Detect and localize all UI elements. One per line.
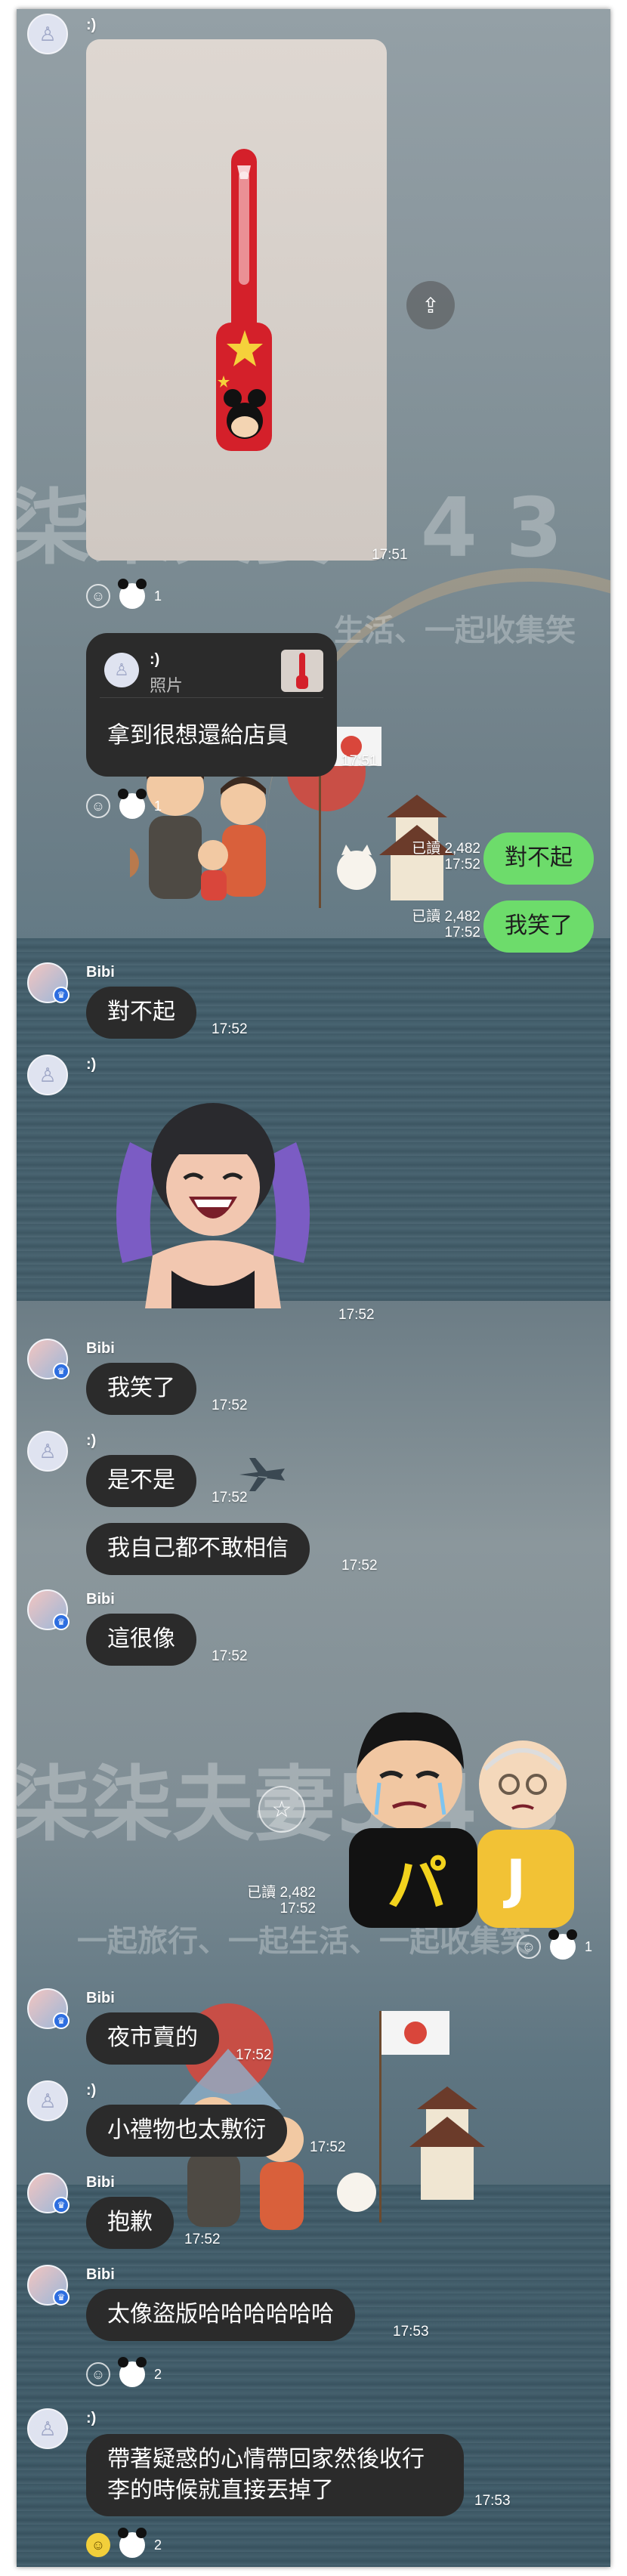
reaction-count: 1 — [585, 1938, 593, 1954]
svg-text:J: J — [503, 1849, 526, 1910]
read-receipt: 已讀 2,482 — [247, 1885, 316, 1901]
reaction-count: 2 — [154, 2537, 162, 2553]
chat-window: 柒柒夫妻5 4 3 生活、一起收集笑 柒柒夫妻5 4 3 一起旅行、一起生活、一… — [17, 9, 610, 2567]
message-bubble[interactable]: 這很像 — [86, 1614, 196, 1666]
message-time: 17:52 — [444, 925, 480, 941]
message-time: 17:52 — [444, 857, 480, 873]
avatar-smile[interactable]: ♙ — [27, 2408, 68, 2449]
my-message-bubble[interactable]: 對不起 — [483, 832, 594, 885]
reaction-bar[interactable]: ☺ 1 — [517, 1929, 593, 1960]
airplane-icon — [239, 1458, 285, 1491]
sender-name: :) — [86, 17, 97, 33]
avatar-bibi[interactable]: ♛ — [27, 1339, 69, 1379]
message-time: 17:52 — [184, 2232, 221, 2247]
add-reaction-icon[interactable]: ☺ — [517, 1935, 541, 1959]
crown-badge-icon: ♛ — [53, 2012, 69, 2029]
reaction-bar[interactable]: ☺ 2 — [86, 2528, 162, 2558]
reaction-bar[interactable]: ☺ 2 — [86, 2357, 162, 2387]
message-bubble[interactable]: 是不是 — [86, 1455, 196, 1507]
mickey-reaction-icon[interactable] — [118, 2357, 147, 2387]
message-time: 17:52 — [280, 1901, 316, 1917]
message-bubble[interactable]: 帶著疑惑的心情帶回家然後收行李的時候就直接丟掉了 — [86, 2434, 464, 2516]
crown-badge-icon: ♛ — [53, 987, 69, 1003]
reply-text: 拿到很想還給店員 — [107, 723, 289, 748]
message-time: 17:51 — [372, 547, 408, 563]
read-receipt: 已讀 2,482 — [412, 909, 480, 925]
reaction-count: 2 — [154, 2366, 162, 2382]
avatar-smile[interactable]: ♙ — [27, 14, 68, 54]
reaction-count: 1 — [154, 588, 162, 604]
message-bubble[interactable]: 小禮物也太敷衍 — [86, 2105, 287, 2157]
avatar-smile[interactable]: ♙ — [27, 1055, 68, 1095]
mickey-reaction-icon[interactable] — [548, 1929, 577, 1960]
message-bubble[interactable]: 夜市賣的 — [86, 2012, 219, 2065]
add-reaction-icon[interactable]: ☺ — [86, 584, 110, 608]
my-reaction-smile-icon[interactable]: ☺ — [86, 2533, 110, 2557]
message-time: 17:52 — [236, 2047, 272, 2063]
message-bubble[interactable]: 太像盜版哈哈哈哈哈哈 — [86, 2289, 355, 2341]
crying-men-sticker[interactable]: パ J — [334, 1686, 591, 1928]
crown-badge-icon: ♛ — [53, 2289, 69, 2306]
avatar-bibi[interactable]: ♛ — [27, 1589, 69, 1630]
sender-name: Bibi — [86, 1591, 115, 1608]
sender-name: :) — [86, 2082, 97, 2099]
quoted-sender: :) — [150, 651, 160, 668]
mickey-reaction-icon[interactable] — [118, 579, 147, 609]
sender-name: :) — [86, 2410, 97, 2426]
reply-message-bubble[interactable]: ♙ :) 照片 拿到很想還給店員 — [86, 633, 337, 777]
reaction-bar[interactable]: ☺ 1 — [86, 579, 162, 609]
message-time: 17:53 — [393, 2324, 429, 2340]
message-bubble[interactable]: 我自己都不敢相信 — [86, 1523, 310, 1575]
sender-name: :) — [86, 1432, 97, 1449]
avatar-bibi[interactable]: ♛ — [27, 2173, 69, 2213]
message-time: 17:52 — [212, 1648, 248, 1664]
quoted-photo-thumbnail — [281, 650, 323, 692]
crown-badge-icon: ♛ — [53, 1614, 69, 1630]
sender-name: Bibi — [86, 1340, 115, 1357]
laughing-girl-sticker[interactable] — [100, 1082, 326, 1308]
message-time: 17:53 — [474, 2493, 511, 2509]
svg-text:パ: パ — [387, 1849, 447, 1920]
message-time: 17:52 — [341, 1558, 378, 1574]
reply-quote[interactable]: ♙ :) 照片 — [100, 647, 323, 698]
quoted-type: 照片 — [150, 676, 184, 695]
message-time: 17:51 — [341, 753, 378, 769]
message-bubble[interactable]: 我笑了 — [86, 1363, 196, 1415]
message-time: 17:52 — [338, 1307, 375, 1323]
luggage-tag-photo[interactable] — [86, 39, 387, 561]
watermark-slogan-top: 生活、一起收集笑 — [334, 613, 576, 648]
message-bubble[interactable]: 對不起 — [86, 987, 196, 1039]
sender-name: Bibi — [86, 964, 115, 981]
message-time: 17:52 — [212, 1398, 248, 1413]
sender-name: Bibi — [86, 1990, 115, 2006]
message-bubble[interactable]: 抱歉 — [86, 2197, 174, 2249]
avatar-bibi[interactable]: ♛ — [27, 1988, 69, 2029]
my-message-bubble[interactable]: 我笑了 — [483, 900, 594, 953]
add-reaction-icon[interactable]: ☺ — [86, 794, 110, 818]
add-reaction-icon[interactable]: ☺ — [86, 2362, 110, 2386]
sender-name: Bibi — [86, 2266, 115, 2283]
avatar-bibi[interactable]: ♛ — [27, 962, 69, 1003]
favorite-star-icon[interactable]: ☆ — [258, 1786, 305, 1833]
share-icon[interactable]: ⇪ — [406, 281, 455, 329]
read-receipt: 已讀 2,482 — [412, 841, 480, 857]
mickey-reaction-icon[interactable] — [118, 789, 147, 819]
mickey-luggage-tag-image — [216, 149, 272, 451]
sender-name: :) — [86, 1056, 97, 1073]
reaction-bar[interactable]: ☺ 1 — [86, 789, 162, 819]
message-time: 17:52 — [212, 1021, 248, 1037]
sender-name: Bibi — [86, 2174, 115, 2191]
quoted-avatar: ♙ — [104, 653, 139, 687]
message-time: 17:52 — [310, 2139, 346, 2155]
crown-badge-icon: ♛ — [53, 1363, 69, 1379]
avatar-bibi[interactable]: ♛ — [27, 2265, 69, 2306]
avatar-smile[interactable]: ♙ — [27, 2080, 68, 2121]
avatar-smile[interactable]: ♙ — [27, 1431, 68, 1472]
reaction-count: 1 — [154, 798, 162, 814]
crown-badge-icon: ♛ — [53, 2197, 69, 2213]
mickey-reaction-icon[interactable] — [118, 2528, 147, 2558]
